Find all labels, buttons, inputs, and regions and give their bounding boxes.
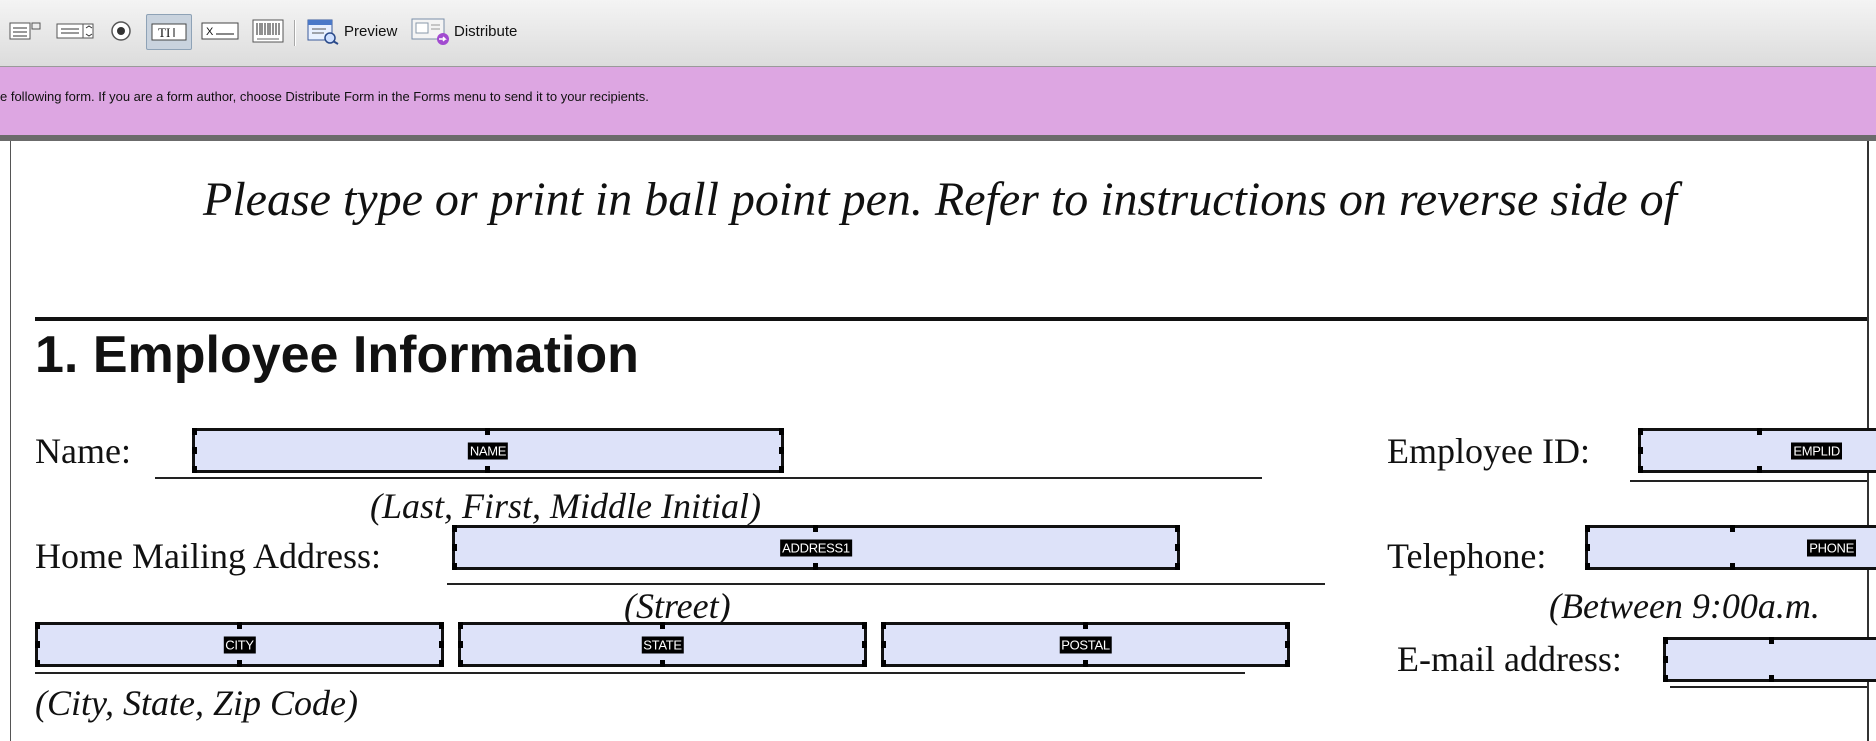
name-field-label: NAME: [467, 442, 509, 459]
city-state-zip-hint: (City, State, Zip Code): [35, 683, 358, 723]
name-label: Name:: [35, 431, 131, 471]
section-divider: [35, 317, 1867, 321]
svg-text:X: X: [206, 26, 214, 38]
address1-field-label: ADDRESS1: [780, 539, 852, 556]
telephone-label: Telephone:: [1387, 536, 1547, 576]
phone-field-label: PHONE: [1807, 539, 1856, 556]
barcode-icon: [252, 19, 284, 43]
page-left-edge: [10, 141, 11, 741]
phone-field[interactable]: PHONE: [1585, 525, 1876, 570]
instruction-text: Please type or print in ball point pen. …: [203, 173, 1678, 226]
name-hint: (Last, First, Middle Initial): [370, 486, 761, 526]
employee-id-underline: [1630, 480, 1867, 482]
emplid-field[interactable]: EMPLID: [1638, 428, 1876, 473]
form-toolbar: TI X Preview Distribute: [0, 0, 1876, 67]
preview-icon: [307, 19, 339, 45]
postal-field[interactable]: POSTAL: [881, 622, 1290, 667]
barcode-tool[interactable]: [248, 14, 288, 48]
state-field-label: STATE: [641, 636, 684, 653]
street-hint: (Street): [624, 586, 731, 626]
name-field[interactable]: NAME: [192, 428, 784, 473]
city-field-label: CITY: [223, 636, 256, 653]
list-box-icon: [9, 22, 41, 40]
radio-button-icon: [111, 21, 131, 41]
distribute-label: Distribute: [454, 22, 518, 40]
email-field[interactable]: [1663, 637, 1876, 682]
text-field-tool[interactable]: TI: [146, 14, 192, 50]
radio-button-tool[interactable]: [104, 14, 138, 48]
address-underline: [447, 583, 1325, 585]
message-bar: e following form. If you are a form auth…: [0, 67, 1876, 141]
list-box-tool[interactable]: [4, 14, 46, 48]
toolbar-separator: [294, 20, 296, 46]
dropdown-icon: [56, 23, 94, 39]
employee-id-label: Employee ID:: [1387, 431, 1590, 471]
message-bar-text: e following form. If you are a form auth…: [0, 89, 649, 104]
city-state-zip-underline: [35, 672, 1245, 674]
svg-text:TI: TI: [158, 25, 170, 40]
emplid-field-label: EMPLID: [1791, 442, 1842, 459]
address-label: Home Mailing Address:: [35, 536, 381, 576]
postal-field-label: POSTAL: [1059, 636, 1112, 653]
signature-field-icon: X: [201, 22, 239, 40]
email-label: E-mail address:: [1397, 639, 1622, 679]
section-title: 1. Employee Information: [35, 326, 639, 384]
name-underline: [155, 477, 1262, 479]
city-field[interactable]: CITY: [35, 622, 444, 667]
preview-button[interactable]: Preview: [306, 14, 397, 48]
email-underline: [1670, 686, 1867, 688]
dropdown-tool[interactable]: [52, 14, 98, 48]
phone-hint: (Between 9:00a.m.: [1549, 586, 1820, 626]
signature-field-tool[interactable]: X: [198, 14, 242, 48]
text-field-icon: TI: [151, 23, 187, 41]
distribute-button[interactable]: Distribute: [410, 14, 517, 48]
address1-field[interactable]: ADDRESS1: [452, 525, 1180, 570]
preview-label: Preview: [344, 22, 398, 40]
state-field[interactable]: STATE: [458, 622, 867, 667]
distribute-icon: [411, 18, 449, 45]
